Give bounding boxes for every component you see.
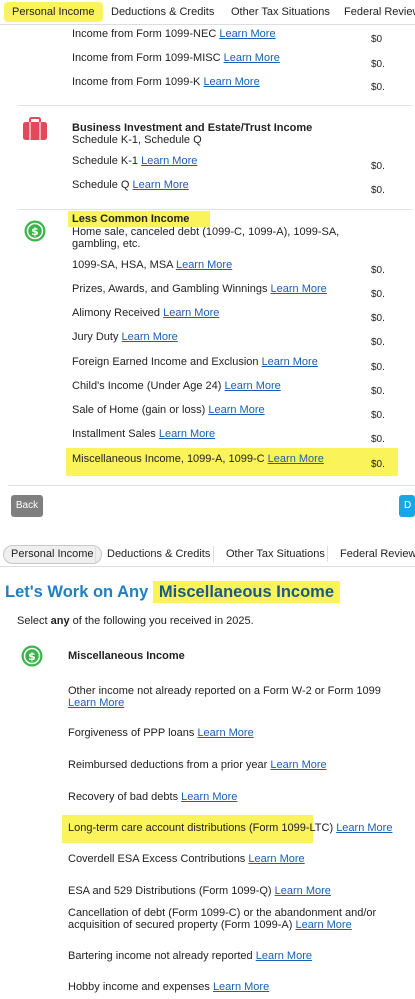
amount-value: $0. xyxy=(371,185,385,196)
tab-federal-review[interactable]: Federal Review xyxy=(340,542,415,566)
footer-divider xyxy=(8,485,415,486)
list-item: Child's Income (Under Age 24) Learn More xyxy=(72,380,281,392)
list-item: Income from Form 1099-NEC Learn More xyxy=(72,28,276,40)
learn-more-link[interactable]: Learn More xyxy=(271,283,327,295)
section-divider xyxy=(18,105,413,106)
amount-value: $0. xyxy=(371,59,385,70)
tab-personal-income[interactable]: Personal Income xyxy=(4,2,103,22)
learn-more-link[interactable]: Learn More xyxy=(224,52,280,64)
page-title: Let's Work on Any Miscellaneous Income xyxy=(5,581,341,603)
tab-deductions-credits[interactable]: Deductions & Credits xyxy=(107,542,210,566)
section-divider xyxy=(18,209,413,210)
misc-item[interactable]: Recovery of bad debts Learn More xyxy=(68,791,237,803)
briefcase-icon xyxy=(22,117,48,141)
misc-section-title: Miscellaneous Income xyxy=(68,650,185,662)
learn-more-link[interactable]: Learn More xyxy=(295,919,351,931)
learn-more-link[interactable]: Learn More xyxy=(268,453,324,465)
amount-value: $0. xyxy=(371,459,385,470)
list-item: Alimony Received Learn More xyxy=(72,307,220,319)
tab-federal-review[interactable]: Federal Review xyxy=(344,0,415,24)
top-tab-bar-2: Personal Income Deductions & Credits Oth… xyxy=(0,542,415,567)
amount-value: $0. xyxy=(371,161,385,172)
learn-more-link[interactable]: Learn More xyxy=(248,853,304,865)
list-item: Schedule K-1 Learn More xyxy=(72,155,198,167)
amount-value: $0. xyxy=(371,434,385,445)
tab-personal-income[interactable]: Personal Income xyxy=(3,545,102,564)
tab-separator-3 xyxy=(327,546,328,562)
top-tab-bar: Personal Income Deductions & Credits Oth… xyxy=(0,0,415,25)
list-item: Installment Sales Learn More xyxy=(72,428,216,440)
page-title-highlight: Miscellaneous Income xyxy=(152,581,341,603)
learn-more-link[interactable]: Learn More xyxy=(256,950,312,962)
list-item-misc-income: Miscellaneous Income, 1099-A, 1099-C Lea… xyxy=(72,453,324,465)
svg-text:$: $ xyxy=(31,225,39,238)
learn-more-link[interactable]: Learn More xyxy=(163,307,219,319)
amount-value: $0. xyxy=(371,289,385,300)
list-item: Sale of Home (gain or loss) Learn More xyxy=(72,404,265,416)
amount-value: $0. xyxy=(371,386,385,397)
less-common-section-title: Less Common Income xyxy=(68,211,210,227)
learn-more-link[interactable]: Learn More xyxy=(159,428,215,440)
misc-item[interactable]: ESA and 529 Distributions (Form 1099-Q) … xyxy=(68,885,331,897)
misc-item[interactable]: Coverdell ESA Excess Contributions Learn… xyxy=(68,853,305,865)
learn-more-link[interactable]: Learn More xyxy=(336,822,392,834)
learn-more-link[interactable]: Learn More xyxy=(208,404,264,416)
business-section-title: Business Investment and Estate/Trust Inc… xyxy=(72,122,313,134)
learn-more-link[interactable]: Learn More xyxy=(203,76,259,88)
list-item: Prizes, Awards, and Gambling Winnings Le… xyxy=(72,283,327,295)
amount-value: $0. xyxy=(371,337,385,348)
misc-item[interactable]: Cancellation of debt (Form 1099-C) or th… xyxy=(68,907,376,931)
less-common-subtitle-line1: Home sale, canceled debt (1099-C, 1099-A… xyxy=(72,226,340,238)
list-item: Foreign Earned Income and Exclusion Lear… xyxy=(72,356,318,368)
amount-value: $0. xyxy=(371,362,385,373)
learn-more-link[interactable]: Learn More xyxy=(68,697,124,709)
learn-more-link[interactable]: Learn More xyxy=(219,28,275,40)
misc-item[interactable]: Hobby income and expenses Learn More xyxy=(68,981,269,993)
list-item: Schedule Q Learn More xyxy=(72,179,189,191)
amount-value: $0. xyxy=(371,82,385,93)
misc-item[interactable]: Forgiveness of PPP loans Learn More xyxy=(68,727,254,739)
learn-more-link[interactable]: Learn More xyxy=(197,727,253,739)
list-item: 1099-SA, HSA, MSA Learn More xyxy=(72,259,233,271)
learn-more-link[interactable]: Learn More xyxy=(181,791,237,803)
learn-more-link[interactable]: Learn More xyxy=(213,981,269,993)
misc-item[interactable]: Other income not already reported on a F… xyxy=(68,685,381,709)
learn-more-link[interactable]: Learn More xyxy=(122,331,178,343)
business-section-subtitle: Schedule K-1, Schedule Q xyxy=(72,134,202,146)
learn-more-link[interactable]: Learn More xyxy=(176,259,232,271)
list-item: Income from Form 1099-K Learn More xyxy=(72,76,260,88)
amount-value: $0. xyxy=(371,265,385,276)
learn-more-link[interactable]: Learn More xyxy=(275,885,331,897)
tab-separator-1 xyxy=(95,546,96,562)
learn-more-link[interactable]: Learn More xyxy=(141,155,197,167)
tab-other-tax-situations[interactable]: Other Tax Situations xyxy=(226,542,325,566)
list-item: Income from Form 1099-MISC Learn More xyxy=(72,52,280,64)
learn-more-link[interactable]: Learn More xyxy=(270,759,326,771)
amount-value: $0. xyxy=(371,313,385,324)
tab-other-tax-situations[interactable]: Other Tax Situations xyxy=(231,0,330,24)
done-button[interactable]: D xyxy=(399,495,415,517)
misc-item[interactable]: Bartering income not already reported Le… xyxy=(68,950,312,962)
learn-more-link[interactable]: Learn More xyxy=(262,356,318,368)
list-item: Jury Duty Learn More xyxy=(72,331,178,343)
dollar-circle-icon: $ xyxy=(21,645,43,667)
instruction-text: Select any of the following you received… xyxy=(17,615,254,627)
svg-text:$: $ xyxy=(28,650,36,663)
amount-value: $0 xyxy=(371,34,383,45)
learn-more-link[interactable]: Learn More xyxy=(225,380,281,392)
misc-item[interactable]: Reimbursed deductions from a prior year … xyxy=(68,759,327,771)
back-button[interactable]: Back xyxy=(11,495,43,517)
tab-deductions-credits[interactable]: Deductions & Credits xyxy=(111,0,214,24)
learn-more-link[interactable]: Learn More xyxy=(133,179,189,191)
less-common-subtitle-line2: gambling, etc. xyxy=(72,238,141,250)
misc-item-long-term-care[interactable]: Long-term care account distributions (Fo… xyxy=(68,822,392,834)
dollar-circle-icon: $ xyxy=(24,220,46,242)
amount-value: $0. xyxy=(371,410,385,421)
tab-separator-2 xyxy=(213,546,214,562)
